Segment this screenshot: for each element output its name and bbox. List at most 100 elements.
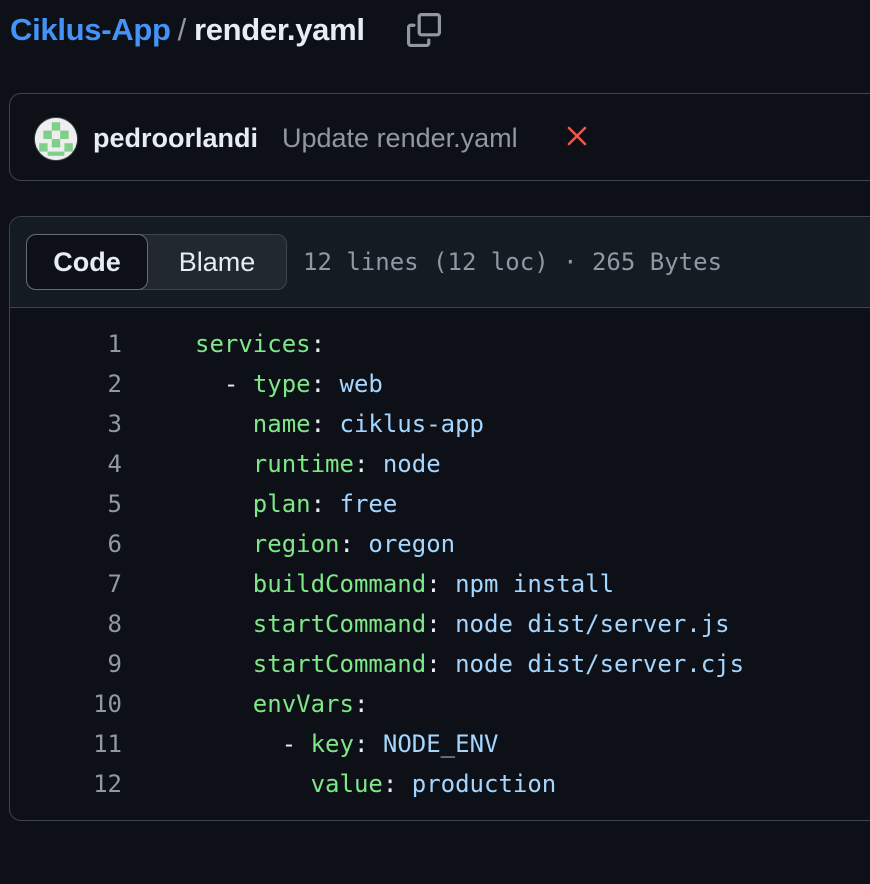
code-text: buildCommand: npm install	[195, 564, 614, 604]
yaml-colon: :	[310, 410, 340, 438]
line-number[interactable]: 6	[10, 524, 122, 564]
yaml-key: value	[310, 770, 383, 798]
code-line: 10 envVars:	[10, 684, 870, 724]
yaml-key: key	[310, 730, 354, 758]
yaml-value: oregon	[368, 530, 456, 558]
list-dash: -	[223, 370, 253, 398]
yaml-colon: :	[339, 530, 369, 558]
yaml-value: ciklus-app	[339, 410, 485, 438]
yaml-key: plan	[252, 490, 311, 518]
code-listing: 1 services: 2 - type: web 3 name: ciklus-ap…	[10, 324, 870, 804]
line-number[interactable]: 1	[10, 324, 122, 364]
code-text: services:	[195, 324, 325, 364]
code-line: 9 startCommand: node dist/server.cjs	[10, 644, 870, 684]
yaml-colon: :	[382, 770, 412, 798]
file-header: Code Blame 12 lines (12 loc) · 265 Bytes	[10, 217, 870, 308]
yaml-key: services	[195, 330, 311, 358]
yaml-key: buildCommand	[252, 570, 427, 598]
yaml-key: region	[252, 530, 340, 558]
code-text: startCommand: node dist/server.cjs	[195, 644, 744, 684]
tab-code[interactable]: Code	[26, 234, 148, 290]
code-text: runtime: node	[195, 444, 441, 484]
yaml-key: type	[252, 370, 311, 398]
tab-blame[interactable]: Blame	[148, 235, 286, 289]
yaml-colon: :	[310, 490, 340, 518]
yaml-colon: :	[310, 330, 326, 358]
x-icon	[567, 126, 587, 146]
line-number[interactable]: 8	[10, 604, 122, 644]
yaml-value: free	[339, 490, 398, 518]
code-line: 5 plan: free	[10, 484, 870, 524]
line-number[interactable]: 2	[10, 364, 122, 404]
code-text: - key: NODE_ENV	[195, 724, 499, 764]
line-number[interactable]: 10	[10, 684, 122, 724]
code-text: name: ciklus-app	[195, 404, 484, 444]
code-text: envVars:	[195, 684, 369, 724]
yaml-value: NODE_ENV	[382, 730, 499, 758]
code-line: 11 - key: NODE_ENV	[10, 724, 870, 764]
copy-icon	[407, 13, 441, 47]
yaml-value: node	[382, 450, 441, 478]
code-text: region: oregon	[195, 524, 455, 564]
yaml-colon: :	[353, 690, 369, 718]
breadcrumb-separator: /	[177, 12, 187, 47]
breadcrumb: Ciklus-App / render.yaml	[10, 8, 365, 52]
yaml-colon: :	[426, 570, 456, 598]
yaml-colon: :	[310, 370, 340, 398]
line-number[interactable]: 11	[10, 724, 122, 764]
code-line: 1 services:	[10, 324, 870, 364]
line-number[interactable]: 5	[10, 484, 122, 524]
commit-status-failure[interactable]	[565, 124, 589, 148]
code-line: 3 name: ciklus-app	[10, 404, 870, 444]
yaml-value: node dist/server.cjs	[455, 650, 745, 678]
line-number[interactable]: 4	[10, 444, 122, 484]
line-number[interactable]: 7	[10, 564, 122, 604]
yaml-colon: :	[353, 450, 383, 478]
yaml-key: envVars	[252, 690, 354, 718]
copy-path-button[interactable]	[404, 10, 444, 50]
code-line: 8 startCommand: node dist/server.js	[10, 604, 870, 644]
code-line: 12 value: production	[10, 764, 870, 804]
code-text: value: production	[195, 764, 557, 804]
avatar[interactable]	[35, 118, 77, 160]
yaml-value: web	[339, 370, 383, 398]
code-line: 6 region: oregon	[10, 524, 870, 564]
line-number[interactable]: 9	[10, 644, 122, 684]
code-text: plan: free	[195, 484, 398, 524]
repo-link[interactable]: Ciklus-App	[10, 12, 171, 48]
list-dash: -	[281, 730, 311, 758]
yaml-key: startCommand	[252, 610, 427, 638]
yaml-value: npm install	[455, 570, 615, 598]
yaml-colon: :	[426, 650, 456, 678]
file-viewer: Code Blame 12 lines (12 loc) · 265 Bytes…	[9, 216, 870, 821]
yaml-key: name	[252, 410, 311, 438]
code-line: 4 runtime: node	[10, 444, 870, 484]
view-toggle: Code Blame	[26, 234, 287, 290]
line-number[interactable]: 12	[10, 764, 122, 804]
commit-author[interactable]: pedroorlandi	[93, 123, 258, 154]
commit-message[interactable]: Update render.yaml	[282, 123, 518, 154]
yaml-key: runtime	[252, 450, 354, 478]
code-text: startCommand: node dist/server.js	[195, 604, 730, 644]
identicon-avatar	[35, 118, 77, 160]
yaml-colon: :	[353, 730, 383, 758]
file-name: render.yaml	[193, 12, 365, 47]
latest-commit-box: pedroorlandi Update render.yaml	[9, 93, 870, 181]
code-line: 7 buildCommand: npm install	[10, 564, 870, 604]
yaml-key: startCommand	[252, 650, 427, 678]
line-number[interactable]: 3	[10, 404, 122, 444]
code-text: - type: web	[195, 364, 383, 404]
yaml-value: node dist/server.js	[455, 610, 730, 638]
yaml-colon: :	[426, 610, 456, 638]
file-meta: 12 lines (12 loc) · 265 Bytes	[303, 248, 723, 276]
